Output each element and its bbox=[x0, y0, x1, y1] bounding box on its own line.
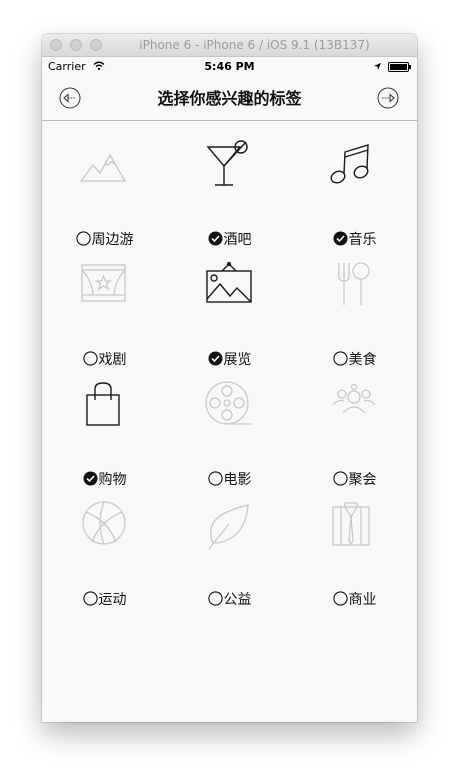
tag-label-row: 运动 bbox=[42, 589, 167, 609]
radio-unchecked-icon[interactable] bbox=[207, 591, 223, 606]
cocktail-icon bbox=[206, 140, 248, 186]
tag-item[interactable]: 美食 bbox=[292, 241, 417, 368]
tag-item[interactable]: 周边游 bbox=[42, 121, 167, 248]
picture-frame-icon bbox=[206, 261, 252, 303]
status-bar: Carrier 5:46 PM bbox=[42, 57, 417, 77]
navigation-bar: 选择你感兴趣的标签 bbox=[42, 78, 417, 121]
tag-label: 商业 bbox=[348, 592, 377, 608]
people-group-icon bbox=[332, 383, 376, 414]
shopping-bag-icon bbox=[86, 382, 120, 426]
tag-label: 公益 bbox=[223, 592, 252, 608]
arrow-left-circle-icon[interactable] bbox=[59, 87, 81, 109]
simulator-window: iPhone 6 - iPhone 6 / iOS 9.1 (13B137) C… bbox=[42, 34, 417, 722]
music-note-icon bbox=[330, 144, 369, 184]
tag-item[interactable]: 戏剧 bbox=[42, 241, 167, 368]
leaf-icon bbox=[208, 504, 249, 550]
radio-unchecked-icon[interactable] bbox=[332, 591, 348, 606]
film-reel-icon bbox=[205, 381, 251, 425]
simulator-titlebar: iPhone 6 - iPhone 6 / iOS 9.1 (13B137) bbox=[42, 34, 417, 57]
page-title: 选择你感兴趣的标签 bbox=[157, 89, 302, 108]
simulator-title: iPhone 6 - iPhone 6 / iOS 9.1 (13B137) bbox=[139, 38, 370, 52]
tag-label-row: 商业 bbox=[292, 589, 417, 609]
tag-label: 运动 bbox=[98, 592, 127, 608]
tag-item[interactable]: 聚会 bbox=[292, 361, 417, 488]
status-time: 5:46 PM bbox=[204, 60, 255, 73]
close-window-button[interactable] bbox=[50, 39, 62, 51]
tag-item[interactable]: 购物 bbox=[42, 361, 167, 488]
tag-item[interactable]: 电影 bbox=[167, 361, 292, 488]
radio-unchecked-icon[interactable] bbox=[82, 591, 98, 606]
tag-item[interactable]: 公益 bbox=[167, 481, 292, 608]
fork-spoon-icon bbox=[338, 262, 370, 305]
location-arrow-icon bbox=[373, 62, 382, 71]
tag-label-row: 公益 bbox=[167, 589, 292, 609]
theater-stage-icon bbox=[81, 264, 126, 302]
basketball-icon bbox=[82, 501, 126, 545]
tag-item[interactable]: 展览 bbox=[167, 241, 292, 368]
tag-item[interactable]: 音乐 bbox=[292, 121, 417, 248]
zoom-window-button[interactable] bbox=[90, 39, 102, 51]
tag-item[interactable]: 商业 bbox=[292, 481, 417, 608]
minimize-window-button[interactable] bbox=[70, 39, 82, 51]
tag-item[interactable]: 酒吧 bbox=[167, 121, 292, 248]
shirt-tie-icon bbox=[332, 502, 370, 546]
battery-icon bbox=[388, 62, 411, 72]
tag-item[interactable]: 运动 bbox=[42, 481, 167, 608]
mountains-icon bbox=[79, 153, 127, 182]
arrow-right-circle-icon[interactable] bbox=[377, 87, 399, 109]
